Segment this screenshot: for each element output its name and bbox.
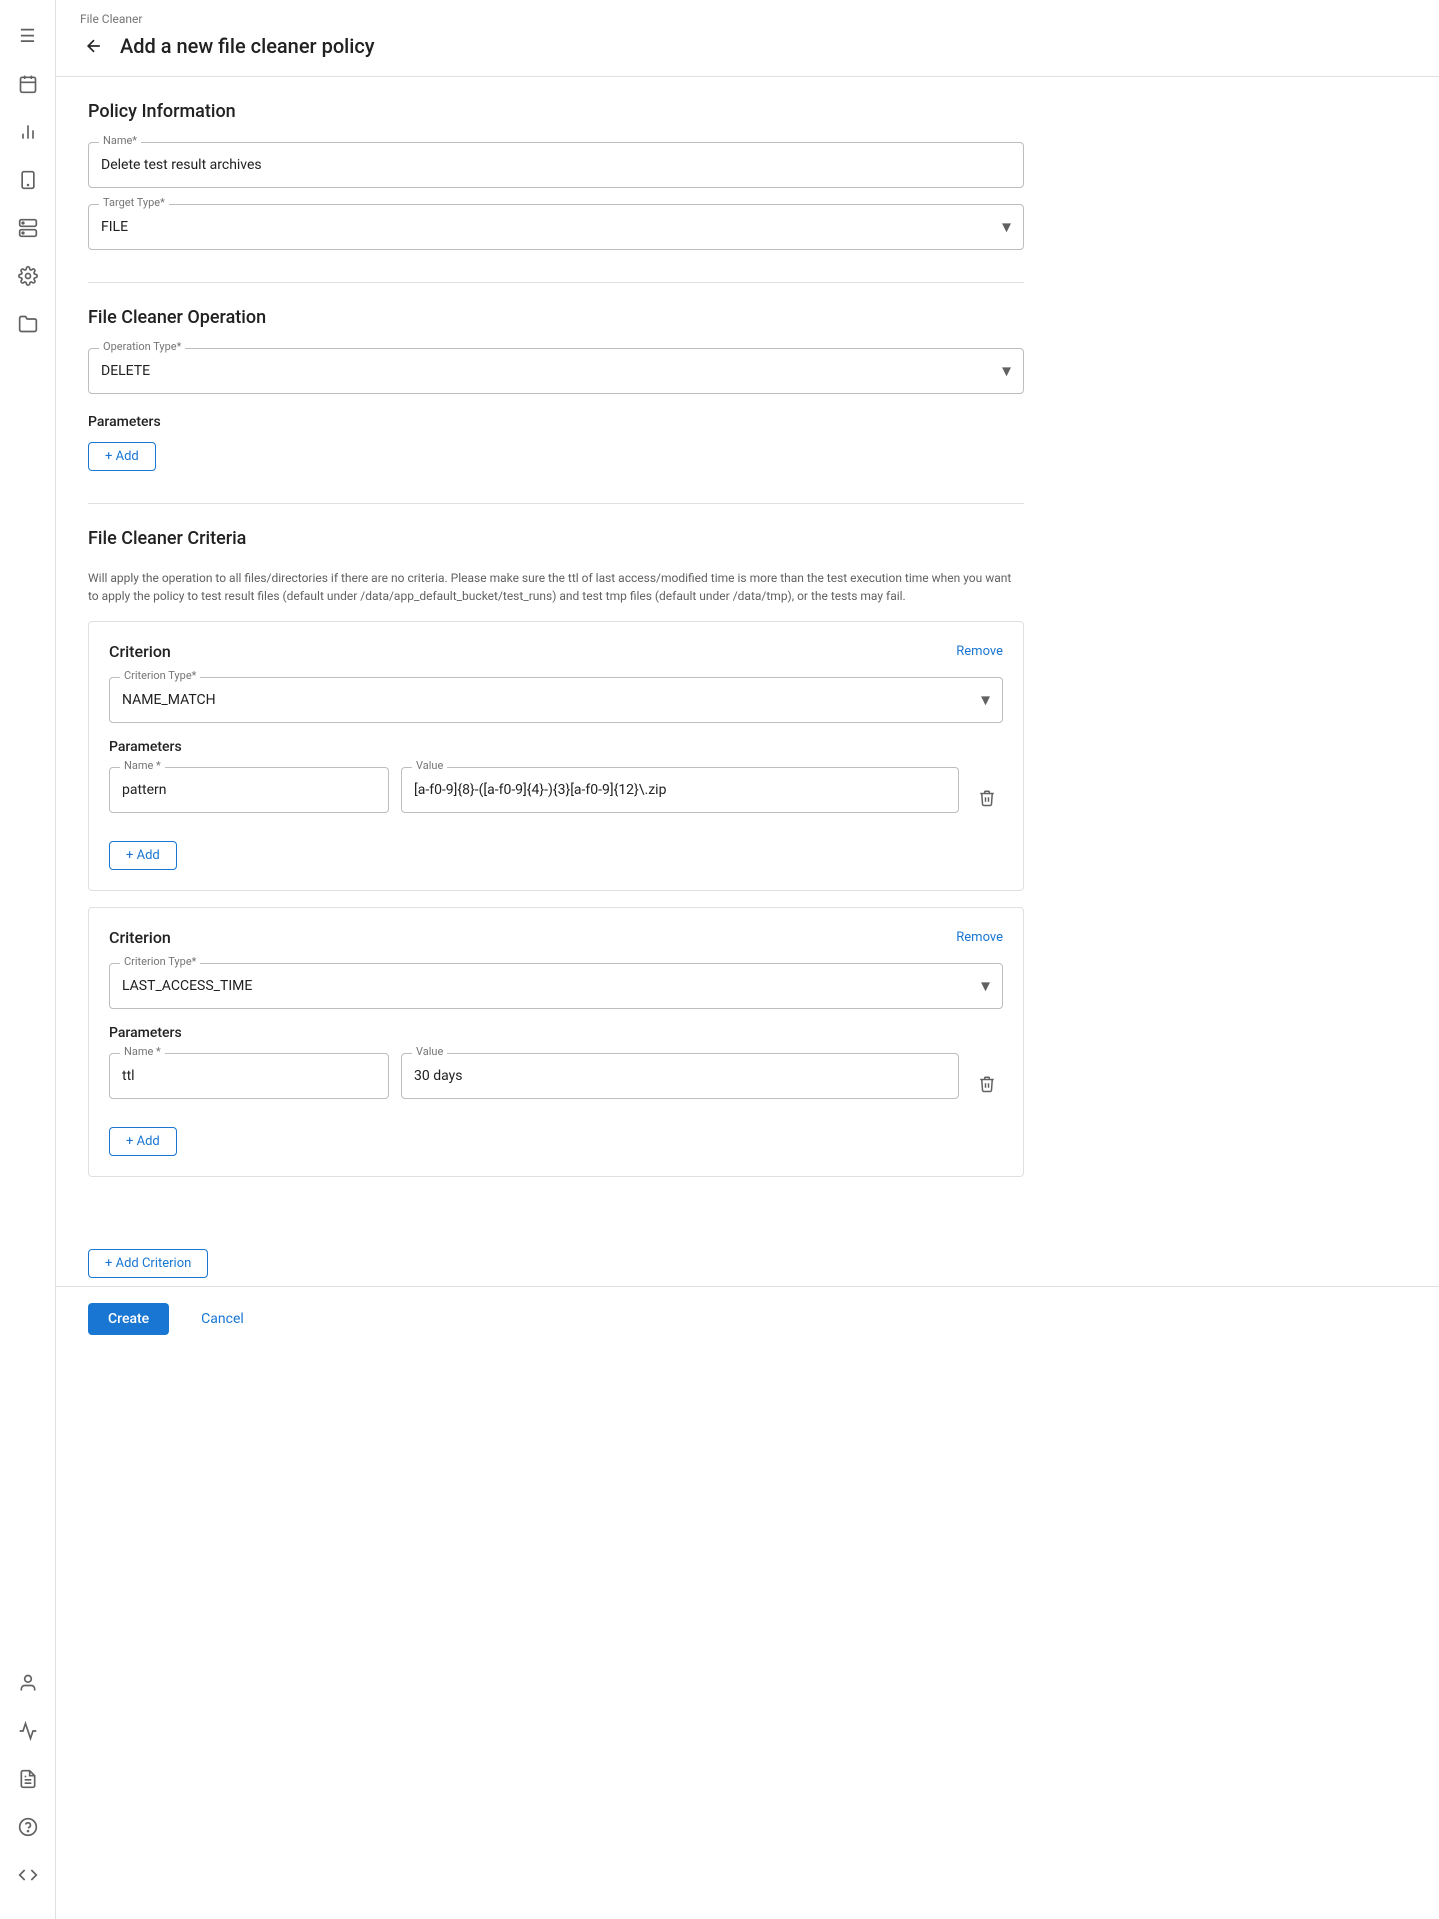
criterion-2-param-value-label: Value (412, 1046, 447, 1057)
criterion-1-param-delete-icon[interactable] (971, 782, 1003, 814)
criterion-2-title: Criterion (109, 928, 171, 947)
chart-icon[interactable] (8, 112, 48, 152)
name-input[interactable] (89, 143, 1023, 187)
add-criterion-section: + Add Criterion (56, 1233, 1439, 1278)
criterion-card-2: Criterion Remove Criterion Type* NAME_MA… (88, 907, 1024, 1177)
criterion-1-remove-button[interactable]: Remove (956, 644, 1003, 659)
target-type-field: Target Type* FILE DIRECTORY ▾ (88, 204, 1024, 250)
operation-type-select[interactable]: DELETE ARCHIVE (89, 349, 1023, 393)
monitor-icon[interactable] (8, 1711, 48, 1751)
server-icon[interactable] (8, 208, 48, 248)
criterion-2-remove-button[interactable]: Remove (956, 930, 1003, 945)
operation-add-param-button[interactable]: + Add (88, 442, 156, 471)
criterion-2-type-field: Criterion Type* NAME_MATCH LAST_ACCESS_T… (109, 963, 1003, 1009)
criterion-2-type-select[interactable]: NAME_MATCH LAST_ACCESS_TIME LAST_MODIFIE… (110, 964, 1002, 1008)
create-button[interactable]: Create (88, 1303, 169, 1335)
criterion-2-param-value-field: Value (401, 1053, 959, 1099)
device-icon[interactable] (8, 160, 48, 200)
criterion-1-params-title: Parameters (109, 739, 1003, 755)
operation-params-title: Parameters (88, 414, 1024, 430)
criterion-1-param-name-input[interactable] (110, 768, 388, 812)
criterion-2-param-name-field: Name * (109, 1053, 389, 1099)
criterion-1-param-value-field: Value (401, 767, 959, 813)
criterion-1-param-name-field: Name * (109, 767, 389, 813)
operation-section: File Cleaner Operation Operation Type* D… (88, 307, 1024, 471)
operation-title: File Cleaner Operation (88, 307, 1024, 328)
criterion-2-param-name-label: Name * (120, 1046, 165, 1057)
sidebar: ☰ (0, 0, 56, 1919)
criterion-2-add-param-button[interactable]: + Add (109, 1127, 177, 1156)
criterion-1-type-select[interactable]: NAME_MATCH LAST_ACCESS_TIME LAST_MODIFIE… (110, 678, 1002, 722)
operation-type-field: Operation Type* DELETE ARCHIVE ▾ (88, 348, 1024, 394)
settings-icon[interactable] (8, 256, 48, 296)
list-icon[interactable]: ☰ (8, 16, 48, 56)
content-area: Policy Information Name* Target Type* FI… (56, 77, 1056, 1233)
add-criterion-button[interactable]: + Add Criterion (88, 1249, 208, 1278)
document-icon[interactable] (8, 1759, 48, 1799)
page-title: Add a new file cleaner policy (120, 34, 375, 58)
section-divider-2 (88, 503, 1024, 504)
section-divider-1 (88, 282, 1024, 283)
person-icon[interactable] (8, 1663, 48, 1703)
calendar-icon[interactable] (8, 64, 48, 104)
criterion-2-param-delete-icon[interactable] (971, 1068, 1003, 1100)
target-type-select[interactable]: FILE DIRECTORY (89, 205, 1023, 249)
criterion-2-param-value-input[interactable] (402, 1054, 958, 1098)
name-field: Name* (88, 142, 1024, 188)
criterion-1-param-value-label: Value (412, 760, 447, 771)
policy-information-section: Policy Information Name* Target Type* FI… (88, 101, 1024, 250)
folder-icon[interactable] (8, 304, 48, 344)
criterion-card-1: Criterion Remove Criterion Type* NAME_MA… (88, 621, 1024, 891)
back-button[interactable] (80, 32, 108, 60)
cancel-button[interactable]: Cancel (185, 1303, 260, 1335)
criterion-1-param-name-label: Name * (120, 760, 165, 771)
code-icon[interactable] (8, 1855, 48, 1895)
criterion-1-param-value-input[interactable] (402, 768, 958, 812)
criteria-section: File Cleaner Criteria Will apply the ope… (88, 528, 1024, 1177)
bottom-actions: Create Cancel (56, 1286, 1439, 1351)
name-label: Name* (99, 135, 141, 146)
criteria-title: File Cleaner Criteria (88, 528, 1024, 549)
criterion-2-param-row-1: Name * Value (109, 1053, 1003, 1115)
criteria-info-text: Will apply the operation to all files/di… (88, 569, 1024, 605)
criterion-2-param-name-input[interactable] (110, 1054, 388, 1098)
help-icon[interactable] (8, 1807, 48, 1847)
breadcrumb: File Cleaner (80, 12, 1415, 26)
criterion-1-add-param-button[interactable]: + Add (109, 841, 177, 870)
criterion-1-param-row-1: Name * Value (109, 767, 1003, 829)
criterion-1-title: Criterion (109, 642, 171, 661)
page-header: File Cleaner Add a new file cleaner poli… (56, 0, 1439, 77)
criterion-1-type-field: Criterion Type* NAME_MATCH LAST_ACCESS_T… (109, 677, 1003, 723)
policy-info-title: Policy Information (88, 101, 1024, 122)
main-content: File Cleaner Add a new file cleaner poli… (56, 0, 1439, 1919)
criterion-2-params-title: Parameters (109, 1025, 1003, 1041)
